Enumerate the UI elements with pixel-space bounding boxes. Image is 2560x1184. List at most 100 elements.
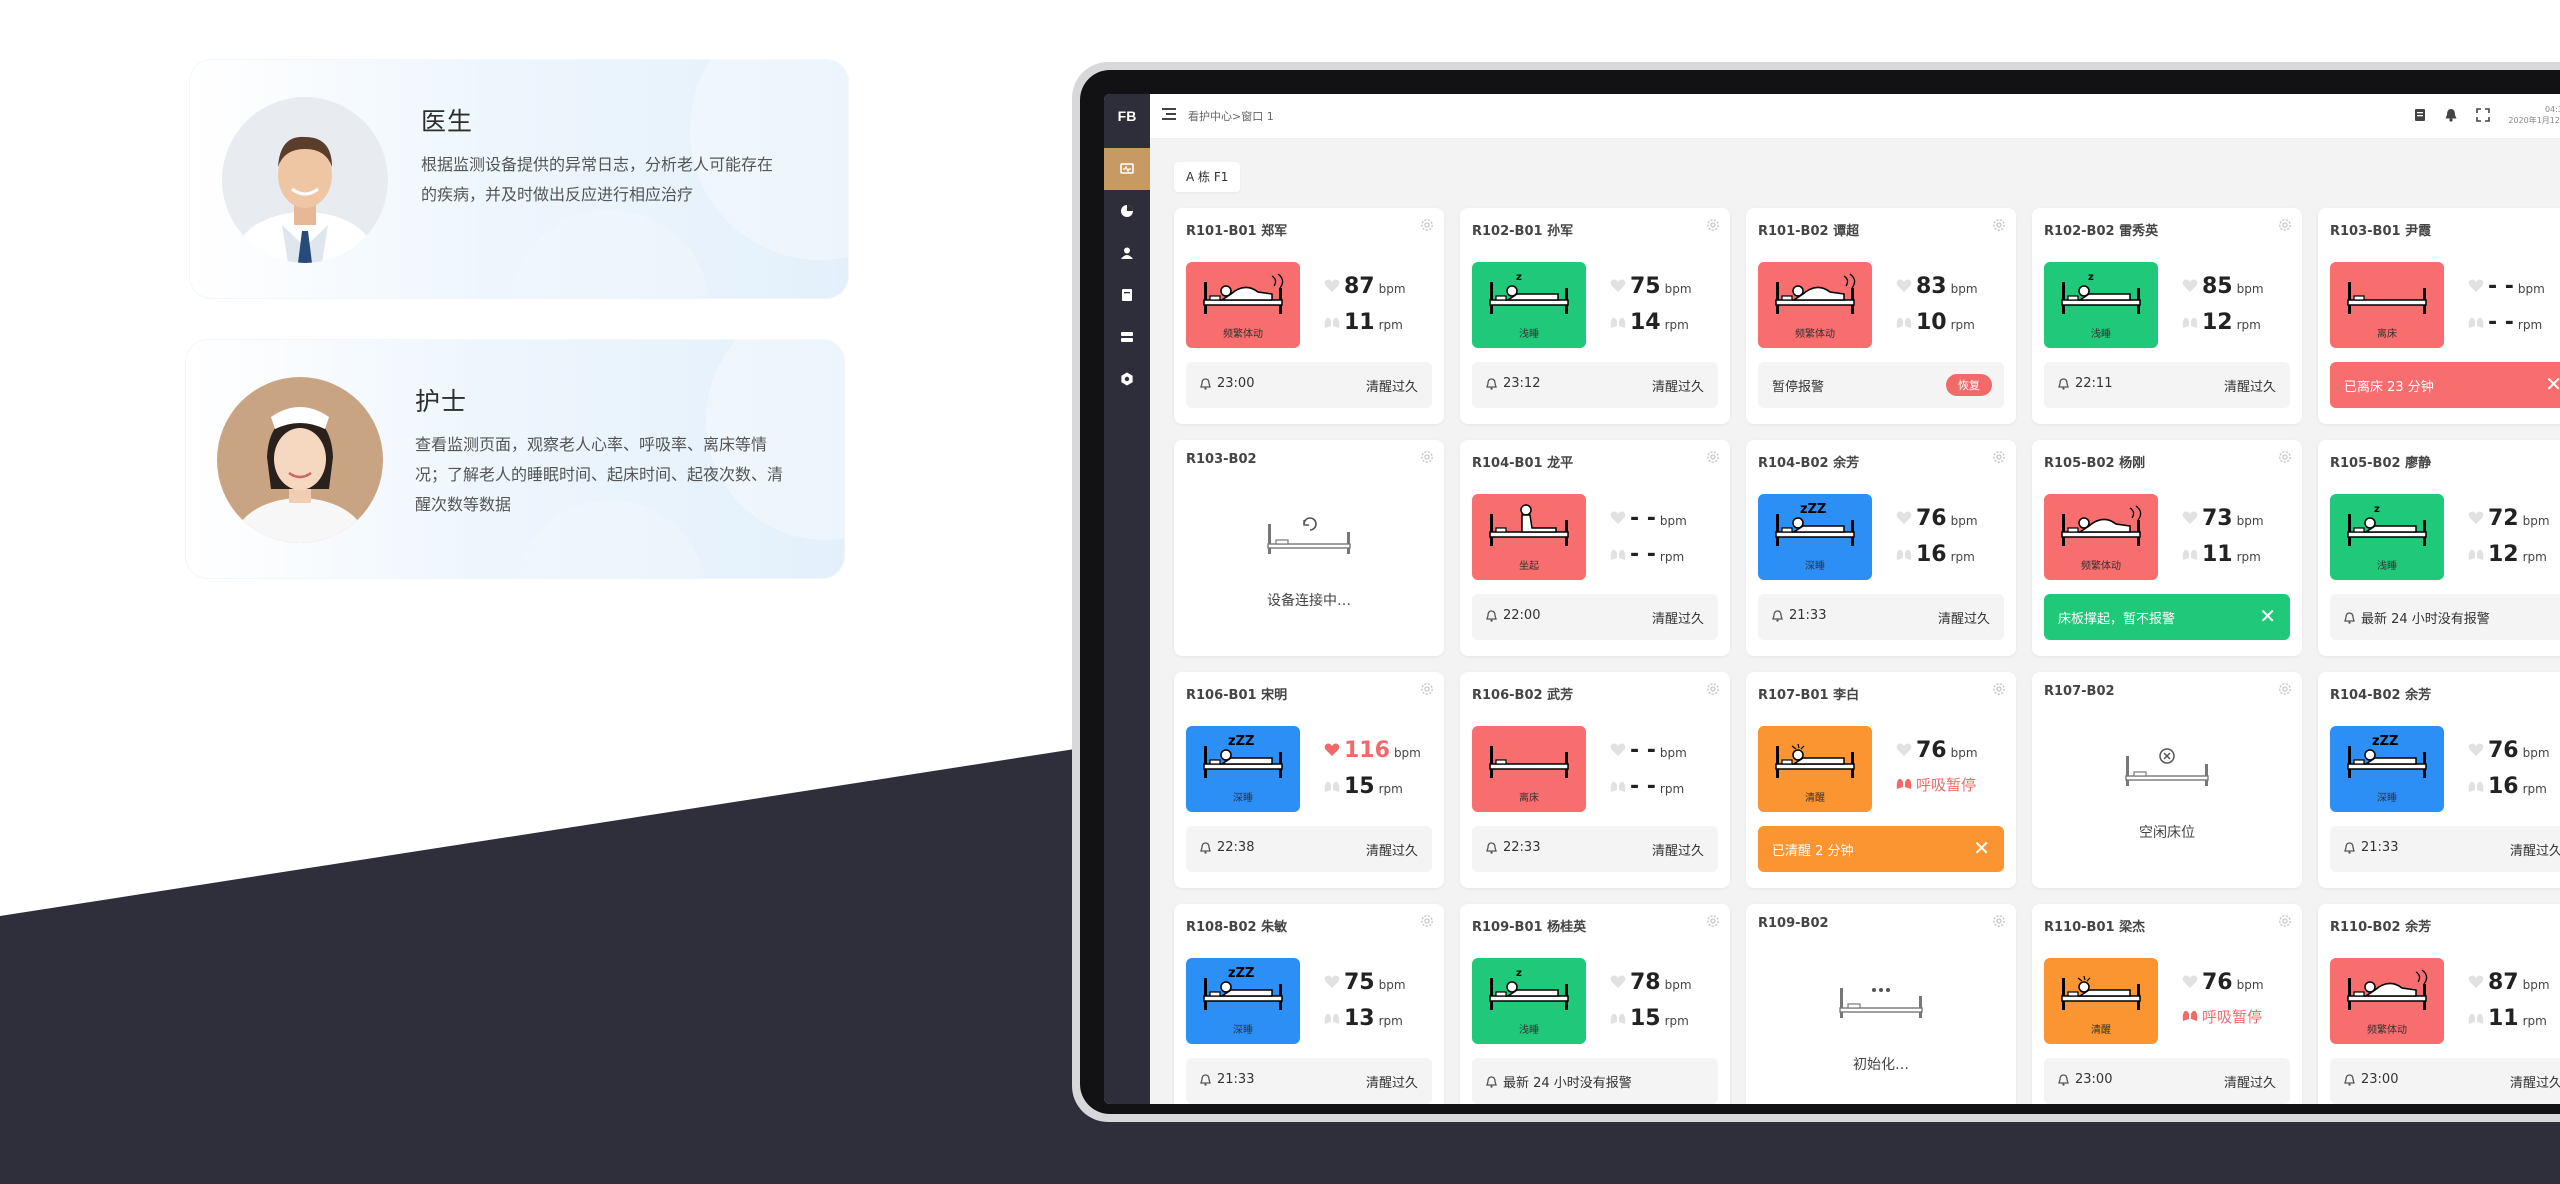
alert-banner: 已离床 23 分钟 ✕ (2330, 362, 2560, 408)
lungs-icon (1324, 1012, 1340, 1024)
bed-card[interactable]: R102-B02 雷秀英 z 浅睡 85 bpm 12 rpm 22:11 清醒过久 (2032, 208, 2302, 424)
card-settings-icon[interactable] (1706, 682, 1720, 696)
heart-rate-unit: bpm (1393, 746, 1421, 760)
respiration-rate-value: 15 (1344, 774, 1375, 799)
card-settings-icon[interactable] (2278, 450, 2292, 464)
bed-status-box: z 浅睡 (1472, 958, 1586, 1044)
close-icon[interactable]: ✕ (1973, 836, 1990, 860)
bed-empty-icon (1267, 517, 1351, 554)
bed-card[interactable]: R106-B02 武芳 离床 - - bpm - - rpm 22:33 清醒过久 (1460, 672, 1730, 888)
card-settings-icon[interactable] (1992, 914, 2006, 928)
bed-card[interactable]: R104-B02 余芳 zZZ 深睡 76 bpm 16 rpm 21:33 清醒过久 (2318, 672, 2560, 888)
heart-rate-unit: bpm (1950, 514, 1978, 528)
user-icon (1121, 247, 1133, 259)
bed-card[interactable]: R108-B02 朱敏 zZZ 深睡 75 bpm 13 rpm 21:33 清醒过久 (1174, 904, 1444, 1104)
heart-rate-value: - - (1630, 738, 1656, 763)
sidebar-item-user[interactable] (1104, 232, 1150, 274)
notebook-icon[interactable] (2414, 108, 2426, 122)
sidebar-item-settings[interactable] (1104, 358, 1150, 400)
bed-status-icon: z (2347, 504, 2427, 546)
heart-rate-unit: bpm (2522, 978, 2550, 992)
respiration-rate-value: 16 (1916, 542, 1947, 567)
alarm-time: 最新 24 小时没有报警 (2361, 612, 2490, 627)
bed-card[interactable]: R110-B02 余芳 频繁体动 87 bpm 11 rpm 23:00 清醒过久 (2318, 904, 2560, 1104)
bed-card[interactable]: R105-B02 廖静 z 浅睡 72 bpm 12 rpm 最新 24 小时没有报警 (2318, 440, 2560, 656)
card-settings-icon[interactable] (1992, 450, 2006, 464)
heart-rate: 78 bpm (1610, 970, 1692, 995)
respiration-rate: 呼吸暂停 (2182, 1006, 2262, 1027)
card-settings-icon[interactable] (1420, 450, 1434, 464)
menu-icon[interactable] (1162, 108, 1176, 120)
bed-card[interactable]: R103-B02 设备连接中… (1174, 440, 1444, 656)
bed-card[interactable]: R102-B01 孙军 z 浅睡 75 bpm 14 rpm 23:12 清醒过久 (1460, 208, 1730, 424)
bed-card[interactable]: R104-B01 龙平 坐起 - - bpm - - rpm 22:00 清醒过久 (1460, 440, 1730, 656)
bed-card[interactable]: R109-B01 杨桂英 z 浅睡 78 bpm 15 rpm 最新 24 小时没有报警 (1460, 904, 1730, 1104)
bed-card[interactable]: R107-B02 空闲床位 (2032, 672, 2302, 888)
bed-card[interactable]: R101-B01 郑军 频繁体动 87 bpm 11 rpm 23:00 清醒过久 (1174, 208, 1444, 424)
bed-status-label: 浅睡 (2091, 329, 2111, 340)
bed-title: R106-B01 宋明 (1186, 688, 1288, 703)
heart-icon (2182, 279, 2198, 292)
heart-icon (1324, 975, 1340, 988)
fullscreen-icon[interactable] (2476, 108, 2491, 122)
bed-state-text: 空闲床位 (2139, 825, 2195, 841)
card-settings-icon[interactable] (1706, 914, 1720, 928)
alarm-info: 最新 24 小时没有报警 (2344, 608, 2490, 627)
bed-status-box: 频繁体动 (1758, 262, 1872, 348)
card-settings-icon[interactable] (1992, 218, 2006, 232)
bed-card[interactable]: R104-B02 余芳 zZZ 深睡 76 bpm 16 rpm 21:33 清醒过久 (1746, 440, 2016, 656)
svg-text:zZZ: zZZ (1800, 502, 1826, 517)
respiration-rate-value: - - (1630, 542, 1656, 567)
bell-icon[interactable] (2444, 108, 2458, 122)
building-tag[interactable]: A 栋 F1 (1174, 162, 1241, 192)
bed-card[interactable]: R107-B01 李白 清醒 76 bpm 呼吸暂停 已清醒 2 分钟 ✕ (1746, 672, 2016, 888)
card-settings-icon[interactable] (2278, 914, 2292, 928)
sidebar-item-monitor[interactable] (1104, 148, 1150, 190)
alarm-time: 22:00 (1503, 608, 1541, 623)
sidebar-item-devices[interactable] (1104, 316, 1150, 358)
respiration-rate: 14 rpm (1610, 310, 1689, 335)
bed-card[interactable]: R105-B02 杨刚 频繁体动 73 bpm 11 rpm 床板撑起，暂不报警 ✕ (2032, 440, 2302, 656)
sidebar-item-records[interactable] (1104, 274, 1150, 316)
close-icon[interactable]: ✕ (2545, 372, 2560, 396)
respiration-rate: 12 rpm (2182, 310, 2261, 335)
close-icon[interactable]: ✕ (2259, 604, 2276, 628)
card-settings-icon[interactable] (1420, 914, 1434, 928)
heart-rate-unit: bpm (1378, 978, 1406, 992)
respiration-rate: 11 rpm (2468, 1006, 2547, 1031)
alarm-footer: 22:33 清醒过久 (1472, 826, 1718, 872)
card-settings-icon[interactable] (1420, 682, 1434, 696)
breadcrumb[interactable]: 看护中心>窗口 1 (1188, 108, 1274, 124)
lungs-icon (2182, 548, 2198, 560)
app-screen: FB 看护中心>窗口 1 04: 2020年1月12 A 栋 F1 R101-B… (1104, 94, 2560, 1104)
heart-rate-unit: bpm (1950, 282, 1978, 296)
card-settings-icon[interactable] (1992, 682, 2006, 696)
card-settings-icon[interactable] (1420, 218, 1434, 232)
alert-banner: 床板撑起，暂不报警 ✕ (2044, 594, 2290, 640)
bed-title: R104-B02 余芳 (2330, 688, 2432, 703)
heart-rate-unit: bpm (2236, 978, 2264, 992)
heart-icon (1896, 279, 1912, 292)
bed-status-box: zZZ 深睡 (2330, 726, 2444, 812)
bed-card[interactable]: R101-B02 谭超 频繁体动 83 bpm 10 rpm 暂停报警 恢复 (1746, 208, 2016, 424)
bed-card[interactable]: R103-B01 尹霞 离床 - - bpm - - rpm 已离床 23 分钟 ✕ (2318, 208, 2560, 424)
alarm-info: 23:00 (2058, 1072, 2112, 1087)
respiration-warning: 呼吸暂停 (2202, 1008, 2263, 1026)
card-settings-icon[interactable] (1706, 218, 1720, 232)
bed-status-label: 坐起 (1519, 561, 1539, 572)
alarm-time: 22:38 (1217, 840, 1255, 855)
bed-card[interactable]: R109-B02 初始化… (1746, 904, 2016, 1104)
card-settings-icon[interactable] (1706, 450, 1720, 464)
bed-card[interactable]: R106-B01 宋明 zZZ 深睡 116 bpm 15 rpm 22:38 清醒过久 (1174, 672, 1444, 888)
card-settings-icon[interactable] (2278, 218, 2292, 232)
resume-button[interactable]: 恢复 (1946, 374, 1992, 396)
sidebar-item-stats[interactable] (1104, 190, 1150, 232)
alarm-info: 23:00 (2344, 1072, 2398, 1087)
heart-rate-unit: bpm (1378, 282, 1406, 296)
heart-rate: 76 bpm (2468, 738, 2550, 763)
respiration-rate: 11 rpm (2182, 542, 2261, 567)
card-settings-icon[interactable] (2278, 682, 2292, 696)
bed-card[interactable]: R110-B01 梁杰 清醒 76 bpm 呼吸暂停 23:00 清醒过久 (2032, 904, 2302, 1104)
bed-status-label: 频繁体动 (2367, 1025, 2407, 1036)
alarm-info: 暂停报警 (1772, 376, 1824, 395)
